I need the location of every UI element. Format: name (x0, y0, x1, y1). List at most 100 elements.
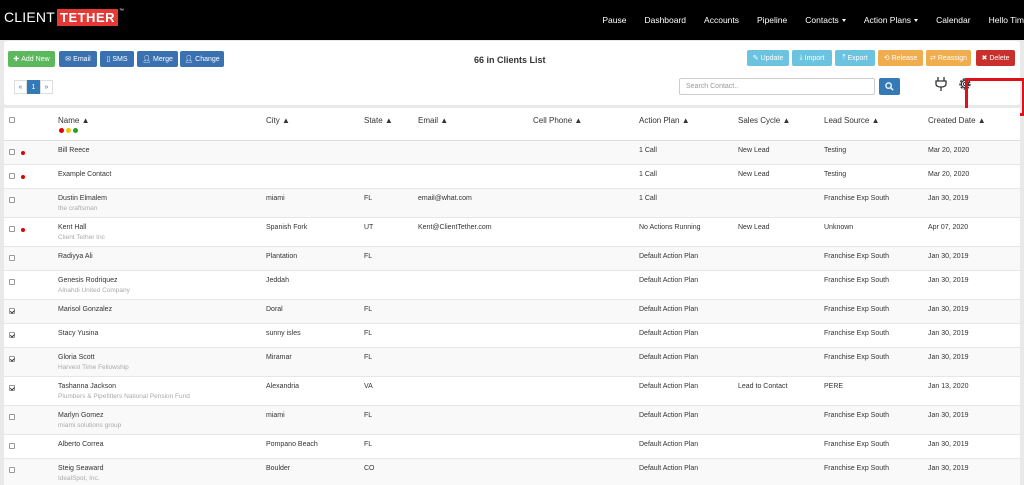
client-tether-logo[interactable]: CLIENT TETHER ™ (4, 8, 124, 26)
cell-action-plan: Default Action Plan (639, 383, 699, 390)
col-created-date[interactable]: Created Date ▲ (928, 116, 986, 125)
cell-created: Jan 30, 2019 (928, 253, 969, 260)
cell-city: miami (266, 195, 285, 202)
cell-created: Jan 30, 2019 (928, 441, 969, 448)
row-checkbox[interactable] (9, 308, 15, 314)
export-button[interactable]: ⤒ Export (835, 50, 875, 66)
table-row[interactable]: Tashanna Jackson Plumbers & Pipefitters N… (4, 377, 1020, 406)
green-status-dot[interactable] (73, 128, 78, 133)
row-checkbox[interactable] (9, 226, 15, 232)
sms-button[interactable]: ▯ SMS (100, 51, 134, 67)
col-email[interactable]: Email ▲ (418, 116, 448, 125)
cell-lead-source: Franchise Exp South (824, 253, 889, 260)
merge-button[interactable]: 👤︎ Merge (137, 51, 178, 67)
red-status-dot (21, 151, 25, 155)
cell-action-plan: Default Action Plan (639, 277, 699, 284)
reassign-button[interactable]: ⇄ Reassign (926, 50, 971, 66)
contact-name-link[interactable]: Bill Reece (58, 147, 90, 154)
yellow-status-dot[interactable] (66, 128, 71, 133)
table-row[interactable]: Marisol Gonzalez Doral FL Default Action Pl… (4, 300, 1020, 324)
company-name: the craftsman (58, 205, 98, 212)
row-checkbox[interactable] (9, 255, 15, 261)
change-button[interactable]: 👤︎ Change (180, 51, 224, 67)
search-input[interactable]: Search Contact.. (679, 78, 875, 95)
contact-name-link[interactable]: Stacy Yusina (58, 330, 98, 337)
contact-name-link[interactable]: Tashanna Jackson (58, 383, 116, 390)
col-name[interactable]: Name ▲ (58, 116, 89, 125)
table-row[interactable]: Genesis Rodriquez Alnahdi United Company J… (4, 271, 1020, 300)
import-icon: ⤓ (799, 54, 803, 61)
nav-link-calendar[interactable]: Calendar (936, 15, 971, 25)
cell-city: Alexandria (266, 383, 300, 390)
release-icon: ⟲ (883, 55, 890, 62)
row-checkbox[interactable] (9, 385, 15, 391)
cell-city: sunny isles (266, 330, 301, 337)
nav-link-contacts[interactable]: Contacts (805, 15, 846, 25)
col-cell-phone[interactable]: Cell Phone ▲ (533, 116, 582, 125)
row-checkbox[interactable] (9, 149, 15, 155)
contact-name-link[interactable]: Alberto Correa (58, 441, 104, 448)
contact-name-link[interactable]: Kent Hall (58, 224, 86, 231)
contact-name-link[interactable]: Marisol Gonzalez (58, 306, 112, 313)
nav-link-label: Calendar (936, 15, 971, 25)
red-status-dot[interactable] (59, 128, 64, 133)
table-row[interactable]: Gloria Scott Harvest Time Fellowship Miram… (4, 348, 1020, 377)
select-all-checkbox[interactable] (9, 117, 15, 123)
table-row[interactable]: Alberto Correa Pompano Beach FL Default Act… (4, 435, 1020, 459)
contact-name-link[interactable]: Gloria Scott (58, 354, 95, 361)
email-button[interactable]: ✉ Email (59, 51, 97, 67)
user-icon: 👤︎ (184, 56, 194, 63)
nav-link-action-plans[interactable]: Action Plans (864, 15, 919, 25)
cell-email: Kent@ClientTether.com (418, 224, 492, 231)
row-checkbox[interactable] (9, 356, 15, 362)
row-checkbox[interactable] (9, 443, 15, 449)
add-new-button[interactable]: ✚ Add New (8, 51, 55, 67)
import-button[interactable]: ⤓ Import (792, 50, 832, 66)
cell-city: Doral (266, 306, 283, 313)
col-lead-source[interactable]: Lead Source ▲ (824, 116, 880, 125)
table-row[interactable]: Bill Reece 1 Call New Lead Testing Mar 20, 2… (4, 141, 1020, 165)
contact-name-link[interactable]: Genesis Rodriquez (58, 277, 118, 284)
nav-link-pause[interactable]: Pause (602, 15, 626, 25)
contact-name-link[interactable]: Marlyn Gomez (58, 412, 104, 419)
toolbar-panel: ✚ Add New ✉ Email ▯ SMS 👤︎ Merge 👤︎ Change 66… (4, 41, 1024, 116)
logo-text-client: CLIENT (4, 9, 55, 25)
delete-button[interactable]: ✖ Delete (976, 50, 1015, 66)
row-checkbox[interactable] (9, 173, 15, 179)
contact-name-link[interactable]: Steig Seaward (58, 465, 104, 472)
pager-next[interactable]: » (40, 80, 53, 94)
col-city[interactable]: City ▲ (266, 116, 290, 125)
table-row[interactable]: Dustin Elmalem the craftsman miami FL email@… (4, 189, 1020, 218)
nav-link-pipeline[interactable]: Pipeline (757, 15, 787, 25)
table-row[interactable]: Kent Hall Client Tether Inc Spanish Fork UT… (4, 218, 1020, 247)
table-row[interactable]: Example Contact 1 Call New Lead Testing Mar … (4, 165, 1020, 189)
table-row[interactable]: Stacy Yusina sunny isles FL Default Action … (4, 324, 1020, 348)
update-button[interactable]: ✎ Update (747, 50, 789, 66)
cell-state: FL (364, 195, 373, 202)
col-sales-cycle[interactable]: Sales Cycle ▲ (738, 116, 790, 125)
row-checkbox[interactable] (9, 414, 15, 420)
nav-link-dashboard[interactable]: Dashboard (644, 15, 686, 25)
plug-icon[interactable] (934, 76, 948, 94)
pager-page-1[interactable]: 1 (27, 80, 40, 94)
contact-name-link[interactable]: Radiyya Ali (58, 253, 93, 260)
export-label: Export (847, 54, 868, 62)
pager-prev[interactable]: « (14, 80, 27, 94)
col-state[interactable]: State ▲ (364, 116, 393, 125)
row-checkbox[interactable] (9, 467, 15, 473)
contact-name-link[interactable]: Example Contact (58, 171, 111, 178)
table-row[interactable]: Steig Seaward IdealSpot, Inc. Boulder CO Def… (4, 459, 1020, 485)
row-checkbox[interactable] (9, 197, 15, 203)
row-checkbox[interactable] (9, 279, 15, 285)
table-row[interactable]: Radiyya Ali Plantation FL Default Action Pl… (4, 247, 1020, 271)
cell-created: Mar 20, 2020 (928, 171, 970, 178)
nav-link-hello-tim[interactable]: Hello Tim (989, 15, 1024, 25)
row-checkbox[interactable] (9, 332, 15, 338)
cell-action-plan: No Actions Running (639, 224, 701, 231)
table-row[interactable]: Marlyn Gomez miami solutions group miami FL… (4, 406, 1020, 435)
col-action-plan[interactable]: Action Plan ▲ (639, 116, 690, 125)
contact-name-link[interactable]: Dustin Elmalem (58, 195, 107, 202)
nav-link-accounts[interactable]: Accounts (704, 15, 739, 25)
search-button[interactable] (879, 78, 900, 95)
release-button[interactable]: ⟲ Release (878, 50, 923, 66)
